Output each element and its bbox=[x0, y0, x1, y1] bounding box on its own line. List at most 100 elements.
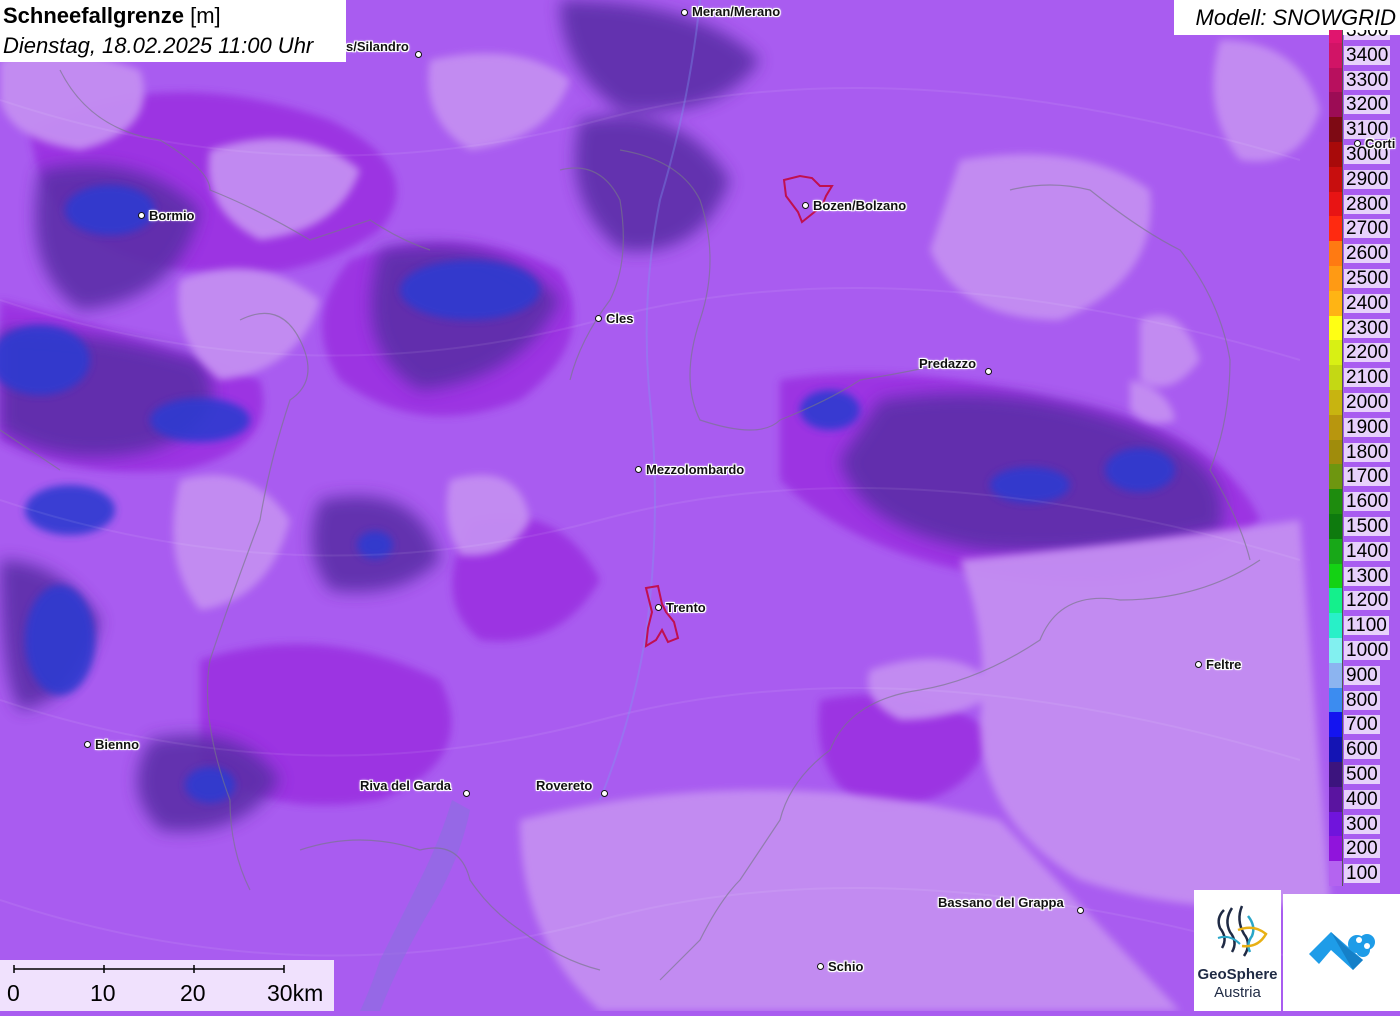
legend-row-1500: 1500 bbox=[1329, 514, 1400, 539]
legend-swatch bbox=[1329, 811, 1343, 837]
legend-label: 1900 bbox=[1344, 416, 1391, 438]
legend-row-500: 500 bbox=[1329, 762, 1400, 787]
legend-label: 400 bbox=[1344, 788, 1380, 810]
legend-label: 2800 bbox=[1344, 193, 1391, 215]
snowfall-line-map[interactable] bbox=[0, 0, 1400, 1011]
legend-label: 2200 bbox=[1344, 342, 1391, 364]
legend-label: 2300 bbox=[1344, 317, 1391, 339]
city-marker[interactable] bbox=[634, 465, 642, 473]
legend-label: 1200 bbox=[1344, 590, 1391, 612]
legend-swatch bbox=[1329, 638, 1343, 663]
legend-label: 3400 bbox=[1344, 44, 1391, 66]
legend-swatch bbox=[1329, 414, 1343, 440]
legend-label: 100 bbox=[1344, 863, 1380, 885]
city-marker[interactable] bbox=[462, 789, 470, 797]
legend-label: 2900 bbox=[1344, 168, 1391, 190]
legend-label: 900 bbox=[1344, 664, 1380, 686]
scale-label-30km: 30km bbox=[267, 980, 324, 1006]
legend-row-2000: 2000 bbox=[1329, 390, 1400, 415]
scale-label-10: 10 bbox=[90, 980, 116, 1006]
city-marker[interactable] bbox=[816, 962, 824, 970]
legend-row-2900: 2900 bbox=[1329, 166, 1400, 192]
city-marker[interactable] bbox=[1353, 139, 1361, 147]
legend-swatch bbox=[1329, 439, 1343, 465]
city-label: Feltre bbox=[1206, 657, 1242, 672]
city-marker[interactable] bbox=[654, 603, 662, 611]
legend-row-900: 900 bbox=[1329, 662, 1400, 688]
legend-row-2700: 2700 bbox=[1329, 216, 1400, 242]
legend-swatch bbox=[1329, 67, 1343, 93]
legend-label: 800 bbox=[1344, 689, 1380, 711]
color-legend: 3500 3400 3300 3200 3100 3000 2900 2800 2700 2600… bbox=[1329, 30, 1400, 890]
legend-swatch bbox=[1329, 290, 1343, 316]
forecast-datetime: Dienstag, 18.02.2025 11:00 Uhr bbox=[3, 33, 314, 58]
city-marker[interactable] bbox=[984, 367, 992, 375]
city-marker[interactable] bbox=[83, 740, 91, 748]
legend-swatch bbox=[1329, 166, 1343, 192]
city-label: Bormio bbox=[149, 208, 195, 223]
legend-row-1000: 1000 bbox=[1329, 638, 1400, 663]
legend-row-100: 100 bbox=[1329, 861, 1400, 886]
legend-row-1900: 1900 bbox=[1329, 414, 1400, 440]
legend-row-400: 400 bbox=[1329, 786, 1400, 812]
legend-label: 1000 bbox=[1344, 640, 1391, 661]
scale-label-20: 20 bbox=[180, 980, 206, 1006]
legend-swatch bbox=[1329, 737, 1343, 762]
legend-label: 1700 bbox=[1344, 466, 1391, 488]
city-label: Meran/Merano bbox=[692, 4, 781, 19]
legend-label: 2000 bbox=[1344, 392, 1391, 413]
legend-swatch bbox=[1329, 786, 1343, 812]
legend-swatch bbox=[1329, 712, 1343, 738]
legend-swatch bbox=[1329, 315, 1343, 341]
geosphere-austria-logo[interactable]: GeoSphere Austria bbox=[1194, 890, 1281, 1011]
city-label: Mezzolombardo bbox=[646, 462, 745, 477]
legend-label: 1300 bbox=[1344, 565, 1391, 587]
legend-swatch bbox=[1329, 662, 1343, 688]
legend-swatch bbox=[1329, 588, 1343, 614]
city-marker[interactable] bbox=[600, 789, 608, 797]
city-marker[interactable] bbox=[414, 50, 422, 58]
model-label: Modell: SNOWGRID bbox=[1195, 5, 1396, 30]
legend-row-2400: 2400 bbox=[1329, 290, 1400, 316]
legend-label: 3300 bbox=[1344, 69, 1391, 91]
city-label: Rovereto bbox=[536, 778, 593, 793]
city-label: Riva del Garda bbox=[360, 778, 452, 793]
legend-swatch bbox=[1329, 836, 1343, 862]
scale-label-0: 0 bbox=[7, 980, 20, 1006]
legend-swatch bbox=[1329, 117, 1343, 142]
legend-swatch bbox=[1329, 489, 1343, 514]
city-marker[interactable] bbox=[801, 201, 809, 209]
legend-swatch bbox=[1329, 142, 1343, 167]
legend-swatch bbox=[1329, 42, 1343, 68]
legend-row-1700: 1700 bbox=[1329, 464, 1400, 490]
city-label: Bassano del Grappa bbox=[938, 895, 1064, 910]
legend-swatch bbox=[1329, 241, 1343, 266]
legend-label: 300 bbox=[1344, 813, 1380, 835]
legend-row-2100: 2100 bbox=[1329, 365, 1400, 390]
city-marker[interactable] bbox=[137, 211, 145, 219]
legend-label: 1600 bbox=[1344, 491, 1391, 513]
legend-swatch bbox=[1329, 464, 1343, 490]
geosphere-emblem-icon bbox=[1217, 905, 1268, 957]
legend-swatch bbox=[1329, 216, 1343, 242]
city-marker[interactable] bbox=[1076, 906, 1084, 914]
legend-label: 600 bbox=[1344, 739, 1380, 761]
map-title-panel: Schneefallgrenze [m] Dienstag, 18.02.202… bbox=[0, 0, 346, 62]
legend-row-1300: 1300 bbox=[1329, 563, 1400, 589]
legend-label: 1400 bbox=[1344, 540, 1391, 562]
city-marker[interactable] bbox=[1194, 660, 1202, 668]
legend-label: 3500 bbox=[1344, 30, 1391, 40]
legend-label: 3200 bbox=[1344, 94, 1391, 116]
snow-mountain-app-icon[interactable] bbox=[1283, 894, 1400, 1011]
scale-bar: 0 10 20 30km bbox=[0, 960, 334, 1011]
city-label: Schio bbox=[828, 959, 864, 974]
legend-row-600: 600 bbox=[1329, 737, 1400, 762]
mountain-cloud-icon bbox=[1309, 932, 1375, 970]
legend-row-3400: 3400 bbox=[1329, 42, 1400, 68]
legend-label: 1100 bbox=[1344, 615, 1389, 637]
city-marker[interactable] bbox=[594, 314, 602, 322]
legend-swatch bbox=[1329, 687, 1343, 713]
city-label: s/Silandro bbox=[346, 39, 409, 54]
city-marker[interactable] bbox=[680, 8, 688, 16]
legend-row-3300: 3300 bbox=[1329, 67, 1400, 93]
